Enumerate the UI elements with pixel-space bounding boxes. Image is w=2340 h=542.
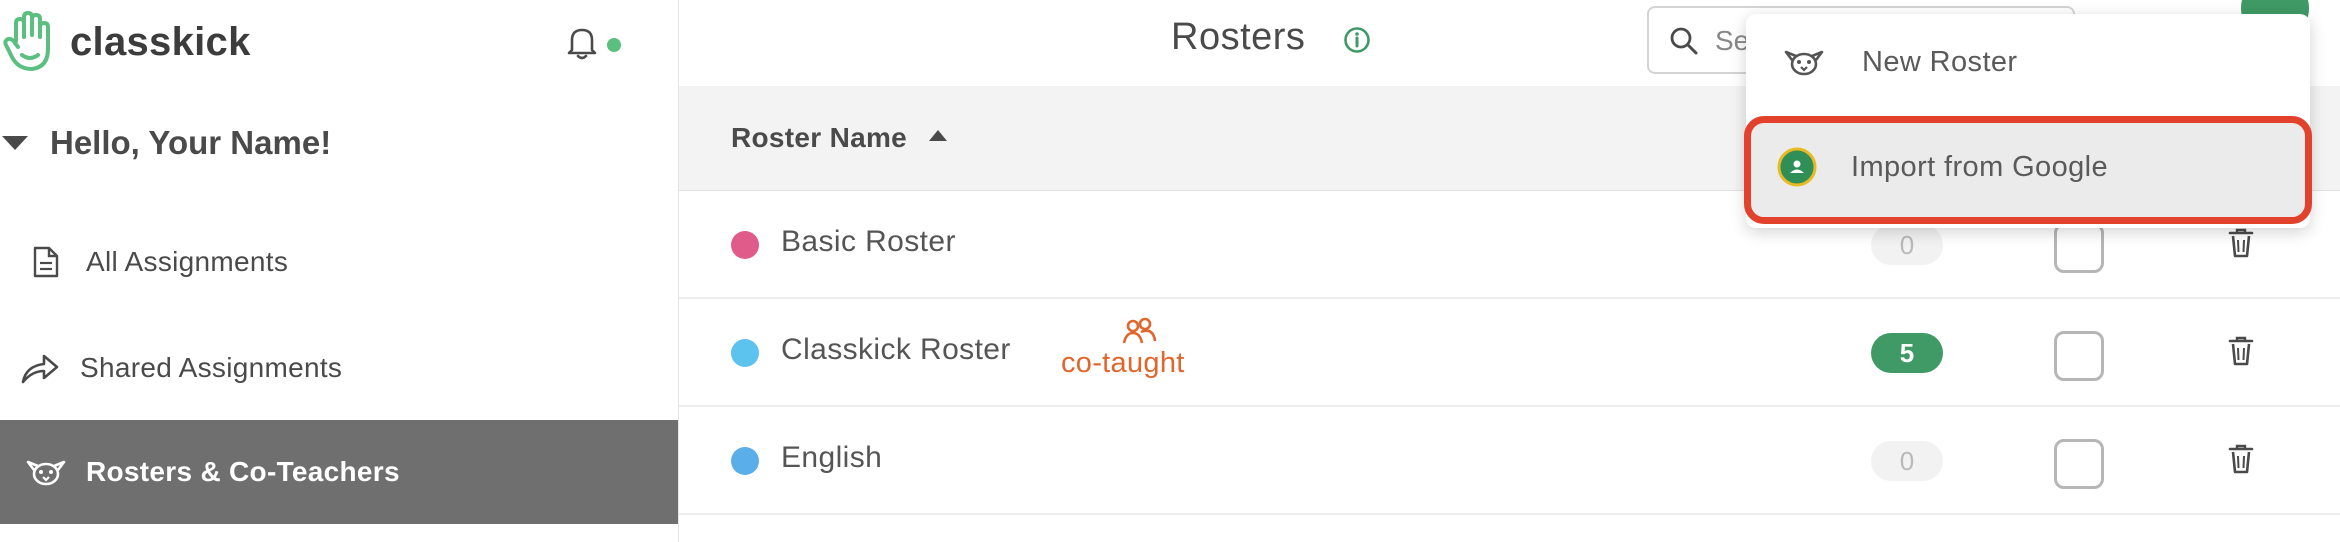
trash-icon[interactable]	[2227, 443, 2255, 475]
google-classroom-icon	[1777, 147, 1817, 187]
roster-name[interactable]: Basic Roster	[781, 225, 956, 259]
sidebar-item-all-assignments[interactable]: All Assignments	[0, 210, 678, 314]
sidebar-item-label: All Assignments	[86, 246, 289, 277]
trash-icon[interactable]	[2227, 335, 2255, 367]
sidebar-item-label: Rosters & Co-Teachers	[86, 456, 400, 487]
student-count-badge: 5	[1871, 333, 1943, 373]
roster-checkbox[interactable]	[2054, 223, 2104, 273]
roster-name[interactable]: English	[781, 441, 882, 475]
sort-ascending-icon[interactable]	[929, 130, 947, 141]
cotaught-badge[interactable]: co-taught	[1061, 317, 1211, 387]
classkick-logo[interactable]: classkick	[2, 8, 251, 76]
bell-icon[interactable]	[566, 26, 598, 60]
roster-color-dot	[731, 447, 759, 475]
roster-checkbox[interactable]	[2054, 439, 2104, 489]
roster-bird-icon	[1782, 40, 1826, 84]
sidebar-item-rosters[interactable]: Rosters & Co-Teachers	[0, 420, 678, 524]
column-header-roster-name[interactable]: Roster Name	[731, 122, 907, 154]
caret-down-icon	[2, 136, 28, 150]
menu-item-import-from-google[interactable]: Import from Google	[1744, 116, 2312, 224]
table-row[interactable]: Classkick Roster co-taught 5	[679, 299, 2340, 407]
co-teachers-icon	[1122, 317, 1157, 344]
greeting-text: Hello, Your Name!	[50, 124, 332, 161]
menu-item-label: New Roster	[1862, 45, 2018, 78]
sidebar-item-label: Shared Assignments	[80, 352, 343, 383]
sidebar: classkick Hello, Your Name! All Assignme…	[0, 0, 679, 542]
info-icon[interactable]	[1343, 26, 1371, 54]
table-row-partial	[679, 515, 2340, 542]
page-title: Rosters	[1171, 16, 1306, 58]
hand-logo-icon	[3, 11, 50, 71]
sidebar-item-shared-assignments[interactable]: Shared Assignments	[0, 316, 678, 420]
notification-dot	[607, 38, 621, 52]
share-arrow-icon	[20, 348, 60, 388]
roster-color-dot	[731, 231, 759, 259]
student-count-badge: 0	[1871, 441, 1943, 481]
roster-name[interactable]: Classkick Roster	[781, 333, 1011, 367]
document-icon	[26, 242, 66, 282]
search-icon	[1670, 27, 1698, 55]
cotaught-label: co-taught	[1061, 347, 1185, 379]
brand-name: classkick	[70, 19, 251, 64]
trash-icon[interactable]	[2227, 227, 2255, 259]
student-count-badge: 0	[1871, 225, 1943, 265]
roster-bird-icon	[26, 452, 66, 492]
menu-item-label: Import from Google	[1851, 150, 2109, 183]
roster-checkbox[interactable]	[2054, 331, 2104, 381]
roster-color-dot	[731, 339, 759, 367]
user-greeting[interactable]: Hello, Your Name!	[0, 118, 331, 168]
menu-item-new-roster[interactable]: New Roster	[1746, 14, 2310, 110]
table-row[interactable]: English 0	[679, 407, 2340, 515]
